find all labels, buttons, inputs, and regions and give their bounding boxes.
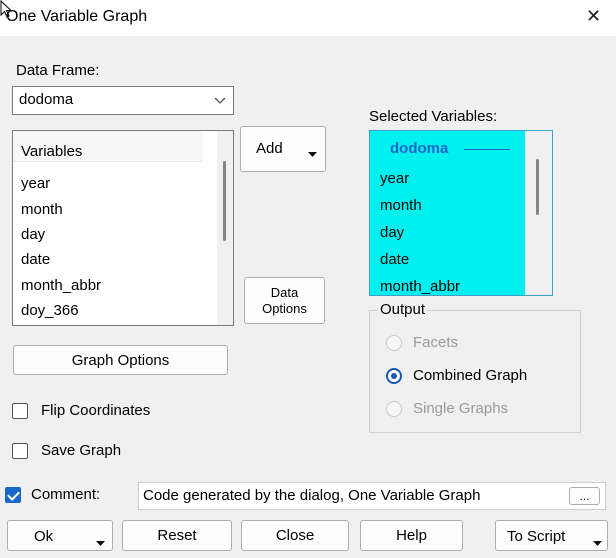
selected-item[interactable]: day — [380, 221, 404, 245]
window-title: One Variable Graph — [6, 8, 148, 25]
variables-header: Variables — [21, 143, 83, 160]
add-button[interactable]: Add — [240, 126, 326, 172]
chevron-down-icon — [213, 90, 227, 113]
group-divider — [464, 149, 510, 150]
close-icon[interactable]: ✕ — [586, 6, 601, 27]
caret-down-icon — [96, 534, 105, 551]
ok-button[interactable]: Ok — [7, 520, 113, 551]
save-graph-checkbox[interactable] — [12, 443, 28, 459]
selected-item[interactable]: month — [380, 194, 422, 218]
variables-scrollbar[interactable] — [217, 131, 233, 325]
selected-item[interactable]: date — [380, 248, 409, 272]
data-frame-value: dodoma — [19, 91, 74, 108]
caret-down-icon — [593, 534, 602, 551]
save-graph-label: Save Graph — [41, 442, 122, 459]
facets-label: Facets — [413, 334, 459, 351]
flip-coordinates-checkbox[interactable] — [12, 403, 28, 419]
ok-label: Ok — [34, 528, 54, 545]
selected-item[interactable]: month_abbr — [380, 275, 460, 295]
comment-checkbox[interactable] — [5, 487, 21, 503]
help-button[interactable]: Help — [360, 520, 463, 551]
data-frame-select[interactable]: dodoma — [12, 86, 234, 115]
single-graphs-radio[interactable] — [386, 401, 402, 417]
scrollbar-thumb[interactable] — [223, 161, 226, 241]
ellipsis-label: ... — [579, 489, 590, 503]
comment-input[interactable]: Code generated by the dialog, One Variab… — [138, 482, 606, 510]
selected-scrollbar[interactable] — [525, 131, 552, 295]
output-title: Output — [377, 301, 429, 318]
comment-value: Code generated by the dialog, One Variab… — [143, 487, 481, 504]
reset-button[interactable]: Reset — [122, 520, 232, 551]
combined-graph-label: Combined Graph — [413, 367, 528, 384]
reset-label: Reset — [157, 527, 197, 544]
comment-ellipsis-button[interactable]: ... — [569, 487, 600, 505]
data-options-button[interactable]: Data Options — [244, 277, 325, 324]
scrollbar-thumb[interactable] — [536, 159, 539, 215]
data-options-line1: Data — [270, 284, 299, 300]
data-frame-label: Data Frame: — [16, 62, 100, 79]
list-item[interactable]: date — [21, 248, 50, 272]
selected-variables-listbox[interactable]: dodoma year month day date month_abbr — [369, 130, 553, 296]
help-label: Help — [396, 527, 427, 544]
close-button[interactable]: Close — [241, 520, 349, 551]
data-options-line2: Options — [262, 300, 307, 316]
facets-radio[interactable] — [386, 335, 402, 351]
list-item[interactable]: month — [21, 198, 63, 222]
to-script-label: To Script — [507, 528, 566, 545]
list-item[interactable]: doy_366 — [21, 299, 79, 323]
list-item[interactable]: year — [21, 172, 50, 196]
close-label: Close — [275, 527, 315, 544]
list-item[interactable]: day — [21, 223, 45, 247]
selected-group-header: dodoma — [390, 140, 449, 157]
selected-variables-label: Selected Variables: — [369, 108, 498, 125]
add-button-label: Add — [256, 140, 283, 157]
flip-coordinates-label: Flip Coordinates — [41, 402, 151, 419]
variables-listbox[interactable]: Variables year month day date month_abbr… — [12, 130, 234, 326]
graph-options-label: Graph Options — [71, 351, 170, 369]
list-item[interactable]: month_abbr — [21, 274, 101, 298]
selected-item[interactable]: year — [380, 167, 409, 191]
to-script-button[interactable]: To Script — [495, 520, 608, 551]
graph-options-button[interactable]: Graph Options — [13, 345, 228, 375]
caret-down-icon — [308, 145, 317, 162]
comment-label: Comment: — [31, 486, 101, 503]
single-graphs-label: Single Graphs — [413, 400, 509, 417]
combined-graph-radio[interactable] — [386, 368, 402, 384]
